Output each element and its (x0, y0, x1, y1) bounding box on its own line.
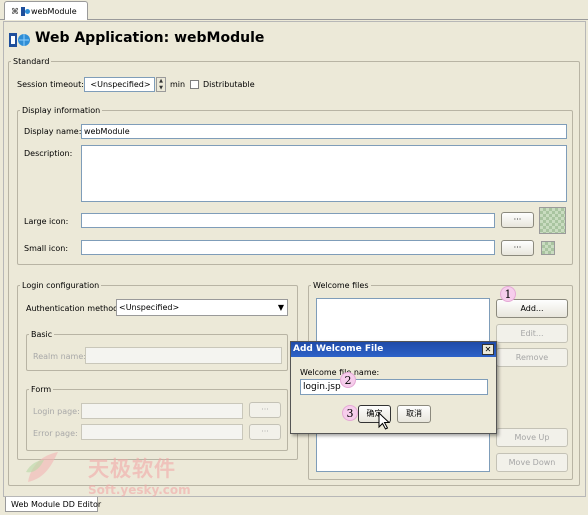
small-icon-field[interactable] (81, 240, 495, 255)
mouse-cursor-icon (378, 412, 391, 430)
session-timeout-field[interactable]: <Unspecified> (84, 77, 155, 92)
editor-tab-strip (0, 0, 588, 20)
small-icon-preview (541, 241, 555, 255)
session-timeout-label: Session timeout: (17, 80, 84, 89)
add-welcome-file-dialog: Add Welcome File ✕ Welcome file name: lo… (290, 341, 497, 434)
error-page-label: Error page: (33, 429, 78, 438)
form-legend: Form (29, 385, 54, 394)
display-name-label: Display name: (24, 127, 82, 136)
step-badge-3: 3 (342, 405, 358, 421)
large-icon-label: Large icon: (24, 217, 69, 226)
login-page-browse-button[interactable]: ··· (249, 402, 281, 418)
watermark-sub-text: Soft.yesky.com (88, 483, 191, 497)
editor-tab-webmodule[interactable]: ⌘ webModule (4, 1, 88, 20)
authentication-method-select[interactable]: <Unspecified> ▼ (116, 299, 288, 316)
realm-name-label: Realm name: (33, 352, 86, 361)
large-icon-preview (539, 207, 566, 234)
editor-tab-label: webModule (31, 7, 77, 16)
move-up-button[interactable]: Move Up (496, 428, 568, 447)
description-field[interactable] (81, 145, 567, 202)
small-icon-browse-button[interactable]: ··· (501, 240, 534, 256)
login-configuration-legend: Login configuration (20, 281, 102, 290)
remove-welcome-file-button[interactable]: Remove (496, 348, 568, 367)
standard-legend: Standard (11, 57, 52, 66)
small-icon-label: Small icon: (24, 244, 69, 253)
min-label: min (170, 80, 186, 89)
login-page-label: Login page: (33, 407, 80, 416)
step-badge-1: 1 (500, 286, 516, 302)
status-tab-label: Web Module DD Editor (11, 500, 102, 509)
watermark-main-text: 天极软件 (88, 457, 176, 481)
watermark-leaf-icon (26, 452, 58, 482)
display-name-field[interactable]: webModule (81, 124, 567, 139)
web-module-icon (9, 33, 30, 47)
basic-legend: Basic (29, 330, 55, 339)
web-module-icon (21, 7, 30, 16)
pin-icon[interactable]: ⌘ (11, 7, 20, 16)
description-label: Description: (24, 149, 73, 158)
large-icon-field[interactable] (81, 213, 495, 228)
error-page-browse-button[interactable]: ··· (249, 424, 281, 440)
authentication-method-label: Authentication method: (26, 304, 121, 313)
move-down-button[interactable]: Move Down (496, 453, 568, 472)
login-page-field[interactable] (81, 403, 243, 419)
distributable-label: Distributable (203, 80, 255, 89)
large-icon-browse-button[interactable]: ··· (501, 212, 534, 228)
realm-name-field[interactable] (85, 347, 282, 364)
close-icon[interactable]: ✕ (482, 344, 494, 355)
welcome-file-name-label: Welcome file name: (300, 368, 380, 377)
page-title: Web Application: webModule (35, 30, 265, 46)
web-module-dd-editor-tab[interactable]: Web Module DD Editor (5, 497, 102, 512)
authentication-method-value: <Unspecified> (119, 303, 180, 312)
error-page-field[interactable] (81, 424, 243, 440)
welcome-file-name-input[interactable]: login.jsp (300, 379, 488, 395)
watermark: 天极软件 Soft.yesky.com (22, 440, 202, 500)
spin-down-icon[interactable]: ▼ (157, 85, 165, 92)
display-information-legend: Display information (20, 106, 103, 115)
distributable-checkbox[interactable] (190, 80, 199, 89)
session-timeout-spinner[interactable]: ▲ ▼ (156, 77, 166, 92)
edit-welcome-file-button[interactable]: Edit... (496, 324, 568, 343)
step-badge-2: 2 (340, 372, 356, 388)
chevron-down-icon[interactable]: ▼ (278, 300, 284, 315)
welcome-files-legend: Welcome files (311, 281, 371, 290)
cancel-button[interactable]: 取消 (397, 405, 431, 423)
dialog-title: Add Welcome File (291, 342, 496, 357)
